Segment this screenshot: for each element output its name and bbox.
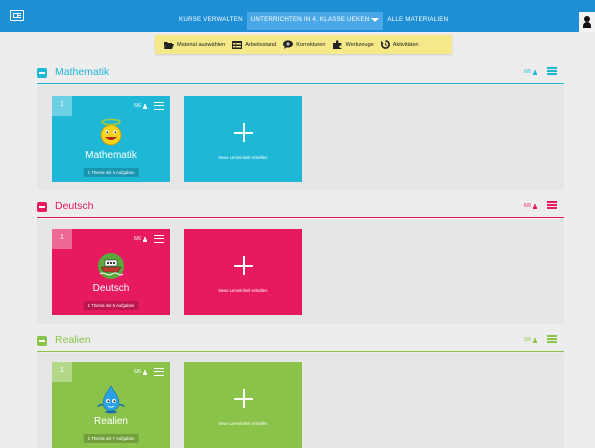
section-divider [37,217,564,218]
history-icon [380,40,390,49]
tool-werkzeuge[interactable]: Werkzeuge [332,40,374,49]
tool-label: Werkzeuge [345,41,374,48]
collapse-icon[interactable] [37,68,47,78]
unit-menu-icon[interactable] [154,102,164,110]
nav-unterrichten[interactable]: UNTERRICHTEN IN 4. KLASSE UEKEN [246,12,384,30]
person-icon [533,203,537,209]
unit-number: 1 [52,229,72,249]
unit-info-badge: 1 Thema mit 7 Aufgaben [83,434,139,443]
comment-icon [283,40,294,49]
nav-unterrichten-label: UNTERRICHTEN IN 4. KLASSE UEKEN [250,16,370,23]
section-title: Mathematik [55,66,110,78]
boat-icon [98,253,124,279]
collapse-icon[interactable] [37,336,47,346]
person-icon [533,69,537,75]
course-toolbar: Material auswählen Arbeitsstand Korrektu… [155,35,452,54]
unit-title: Realien [94,416,128,427]
user-icon [583,16,591,28]
nav-kurse-verwalten[interactable]: KURSE VERWALTEN [175,12,247,30]
unit-student-count-value: 6/6 [134,369,141,375]
unit-number: 1 [52,96,72,116]
unit-menu-icon[interactable] [154,235,164,243]
add-unit-label: Neue Lerneinheit erstellen [218,288,268,293]
unit-student-count: 6/6 [134,236,147,242]
tool-material-auswaehlen[interactable]: Material auswählen [164,41,225,49]
tool-korrekturen[interactable]: Korrekturen [283,40,326,49]
section-divider [37,83,564,84]
user-menu-button[interactable] [579,12,595,32]
unit-menu-icon[interactable] [154,368,164,376]
unit-card-mathematik[interactable]: 1 6/6 Mathematik 1 Thema mit 4 Aufgaben [52,96,170,182]
plus-icon [234,256,253,275]
add-unit-label: Neue Lerneinheit erstellen [218,421,268,426]
section-header-deutsch: Deutsch 6/6 [37,198,564,218]
tool-label: Material auswählen [177,41,226,48]
folder-open-icon [164,41,174,49]
unit-info-badge: 1 Thema mit 4 Aufgaben [83,168,139,177]
plus-icon [234,123,253,142]
student-count-value: 6/6 [524,203,531,209]
person-icon [533,337,537,343]
section-menu-icon[interactable] [547,335,557,343]
unit-title: Mathematik [85,150,137,161]
section-menu-icon[interactable] [547,201,557,209]
section-menu-icon[interactable] [547,67,557,75]
smiley-angel-icon [100,118,122,146]
tool-aktivitaeten[interactable]: Aktivitäten [380,40,419,49]
unit-card-deutsch[interactable]: 1 6/6 Deutsch 1 Thema mit 6 Aufgaben [52,229,170,315]
person-icon [142,103,147,109]
add-unit-card-mathematik[interactable]: Neue Lerneinheit erstellen [184,96,302,182]
student-count-value: 6/6 [524,69,531,75]
student-count-value: 6/6 [524,337,531,343]
tool-label: Arbeitsstand [245,41,277,48]
collapse-icon[interactable] [37,202,47,212]
main-nav: KURSE VERWALTEN UNTERRICHTEN IN 4. KLASS… [175,12,452,32]
puzzle-icon [332,40,341,49]
top-bar: KURSE VERWALTEN UNTERRICHTEN IN 4. KLASS… [0,0,595,32]
unit-student-count: 6/6 [134,103,147,109]
section-title: Realien [55,334,91,346]
section-header-realien: Realien 6/6 [37,332,564,352]
student-count: 6/6 [524,69,537,75]
table-icon [232,40,243,49]
caret-down-icon [371,18,380,22]
unit-info-badge: 1 Thema mit 6 Aufgaben [83,301,139,310]
person-icon [142,369,147,375]
whiteboard-logo-icon[interactable] [10,10,24,21]
water-drop-icon [97,385,125,414]
add-unit-card-realien[interactable]: Neue Lerneinheit erstellen [184,362,302,448]
person-icon [142,236,147,242]
tool-arbeitsstand[interactable]: Arbeitsstand [232,40,277,49]
unit-title: Deutsch [92,283,130,294]
student-count: 6/6 [524,203,537,209]
section-title: Deutsch [55,200,94,212]
add-unit-label: Neue Lerneinheit erstellen [218,155,268,160]
nav-alle-materialien[interactable]: ALLE MATERIALIEN [383,12,452,30]
section-divider [37,351,564,352]
student-count: 6/6 [524,337,537,343]
tool-label: Korrekturen [296,41,326,48]
section-header-mathematik: Mathematik 6/6 [37,64,564,84]
tool-label: Aktivitäten [392,41,419,48]
plus-icon [234,389,253,408]
unit-card-realien[interactable]: 1 6/6 Realien 1 Thema mit 7 Aufgaben [52,362,170,448]
unit-student-count-value: 6/6 [134,236,141,242]
unit-student-count: 6/6 [134,369,147,375]
unit-number: 1 [52,362,72,382]
add-unit-card-deutsch[interactable]: Neue Lerneinheit erstellen [184,229,302,315]
unit-student-count-value: 6/6 [134,103,141,109]
